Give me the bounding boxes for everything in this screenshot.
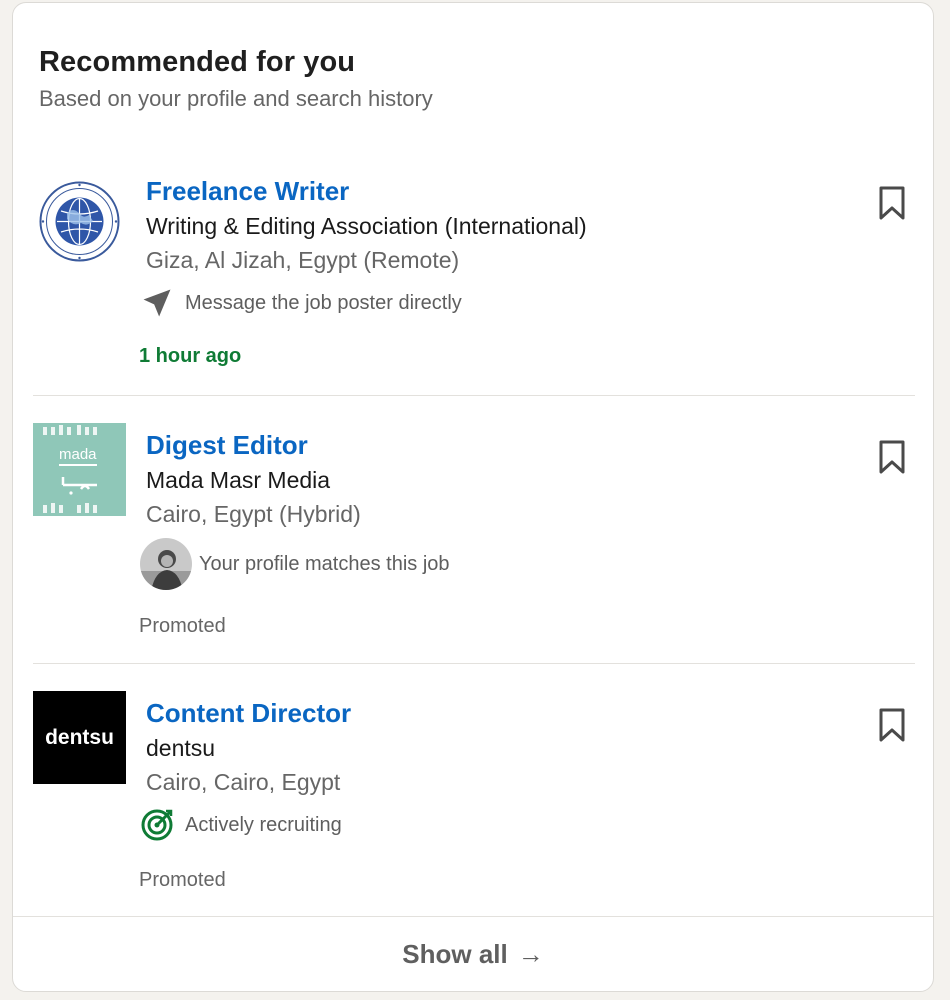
bookmark-icon — [879, 440, 905, 474]
job-title-link[interactable]: Content Director — [146, 697, 351, 729]
bookmark-icon — [879, 708, 905, 742]
promoted-label: Promoted — [139, 869, 226, 891]
company-logo-dentsu[interactable]: dentsu — [33, 691, 126, 784]
save-job-button[interactable] — [873, 703, 911, 747]
show-all-label: Show all — [402, 938, 508, 969]
job-title-link[interactable]: Freelance Writer — [146, 175, 349, 207]
promoted-label: Promoted — [139, 615, 226, 637]
job-insight: Your profile matches this job — [139, 537, 450, 591]
job-location: Cairo, Egypt (Hybrid) — [146, 501, 361, 527]
svg-text:mada: mada — [59, 446, 97, 463]
save-job-button[interactable] — [873, 181, 911, 225]
job-card-content-director[interactable]: dentsu Content Director dentsu Cairo, Ca… — [33, 663, 915, 917]
company-logo-mada[interactable]: mada — [33, 423, 126, 516]
job-insight: Message the job poster directly — [139, 285, 462, 321]
job-insight: Actively recruiting — [139, 807, 342, 843]
save-job-button[interactable] — [873, 435, 911, 479]
show-all-button[interactable]: Show all → — [13, 916, 933, 991]
job-card-digest-editor[interactable]: mada Digest Editor Mada Masr Media Cairo… — [33, 395, 915, 664]
posted-time: 1 hour ago — [139, 345, 242, 367]
dentsu-logo-text: dentsu — [45, 725, 114, 749]
company-name: dentsu — [146, 735, 216, 761]
card-subtitle: Based on your profile and search history — [39, 86, 433, 111]
company-name: Writing & Editing Association (Internati… — [146, 213, 587, 239]
company-logo-writing-association[interactable] — [33, 175, 126, 268]
company-name: Mada Masr Media — [146, 467, 331, 493]
arrow-right-icon: → — [517, 938, 544, 969]
target-icon — [139, 807, 175, 843]
insight-text: Your profile matches this job — [199, 552, 450, 575]
job-title-link[interactable]: Digest Editor — [146, 429, 308, 461]
send-icon — [139, 285, 175, 321]
job-card-freelance-writer[interactable]: Freelance Writer Writing & Editing Assoc… — [33, 153, 915, 396]
recommended-jobs-card: Recommended for you Based on your profil… — [12, 2, 934, 992]
profile-avatar — [139, 537, 193, 591]
insight-text: Message the job poster directly — [185, 291, 462, 314]
insight-text: Actively recruiting — [185, 813, 342, 836]
card-title: Recommended for you — [39, 46, 356, 78]
job-location: Giza, Al Jizah, Egypt (Remote) — [146, 247, 460, 273]
bookmark-icon — [879, 186, 905, 220]
card-header: Recommended for you Based on your profil… — [39, 43, 433, 113]
job-location: Cairo, Cairo, Egypt — [146, 769, 341, 795]
